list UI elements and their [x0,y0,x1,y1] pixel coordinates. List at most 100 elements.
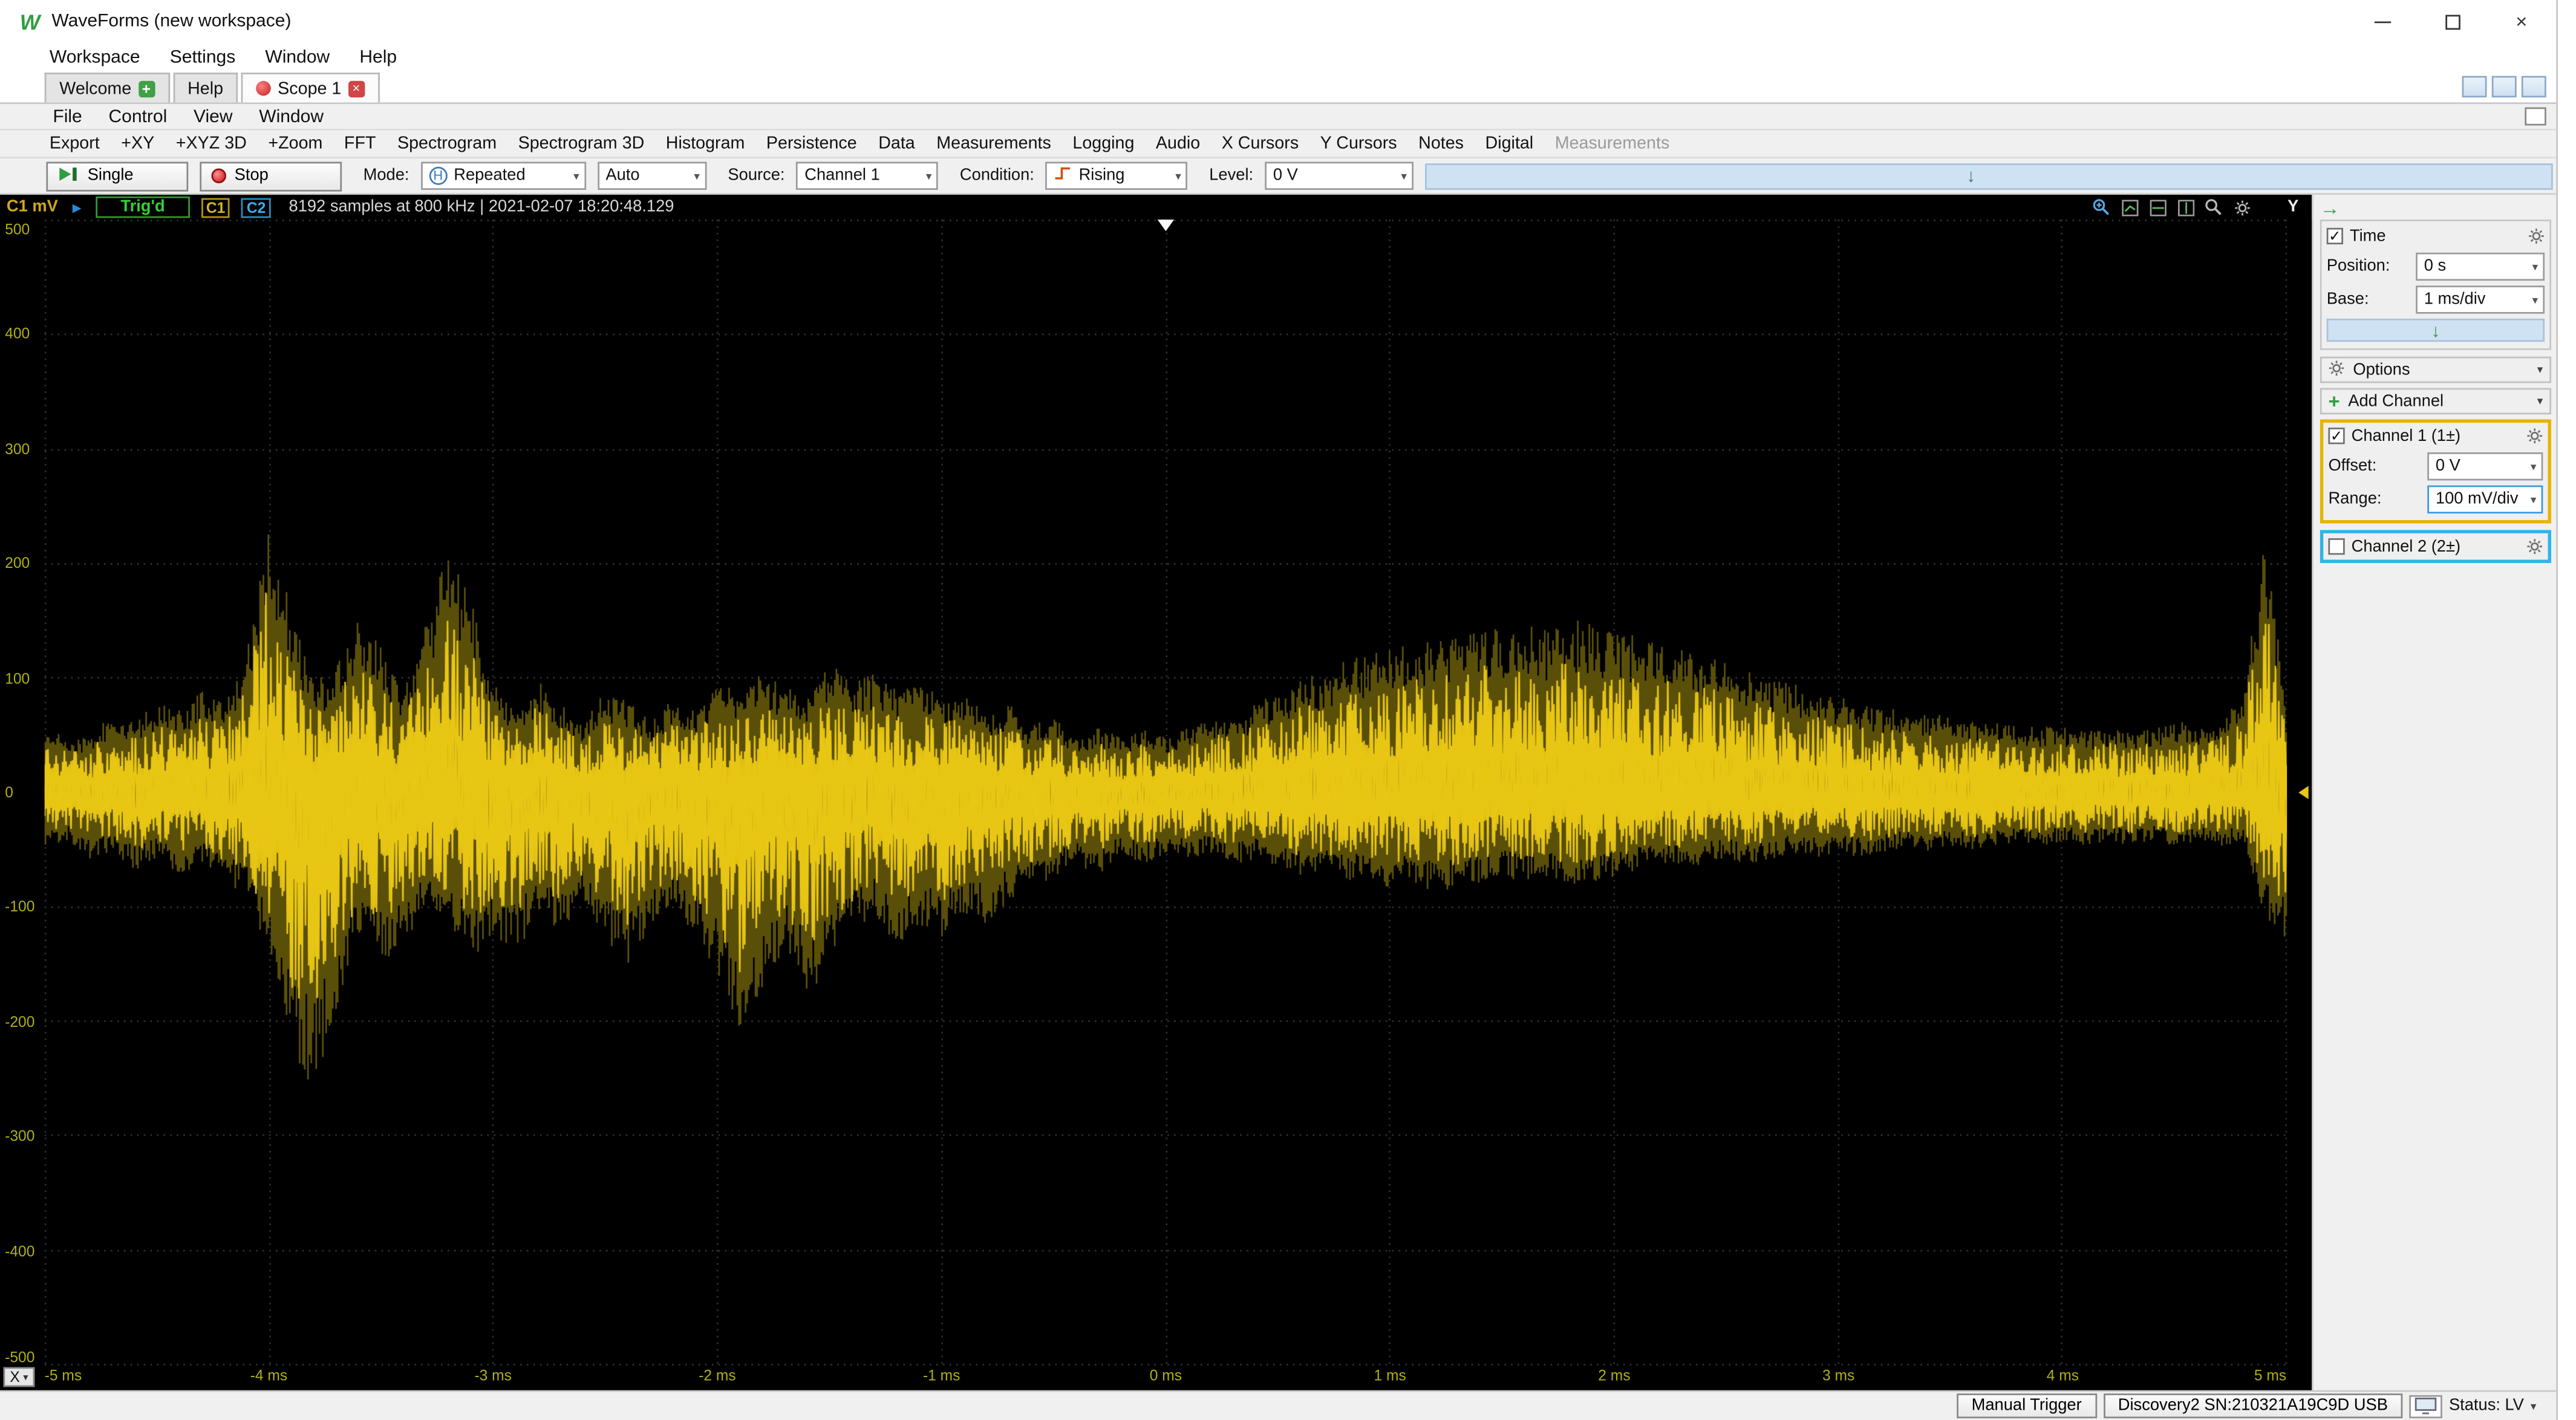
time-section: ✓ Time Position: 0 s ▾ Base: 1 ms/div ▾ [2320,220,2551,350]
scope-menu-file[interactable]: File [53,106,82,126]
plot-row: 5004003002001000-100-200-300-400-500 [0,220,2312,1366]
toolbar-item-data[interactable]: Data [878,134,915,154]
time-position-arrow-icon[interactable]: ↓ [2431,321,2440,344]
time-base-select[interactable]: 1 ms/div ▾ [2416,285,2545,313]
scope-menu-window[interactable]: Window [259,106,324,126]
channel2-badge[interactable]: C2 [242,197,271,217]
time-position-select[interactable]: 0 s ▾ [2416,253,2545,281]
panel-expand-icon[interactable]: → [2320,196,2340,219]
zoom-in-icon[interactable] [2091,197,2112,217]
x-tick-label: -1 ms [923,1367,960,1384]
buffer-position-arrow-icon[interactable]: ↓ [1966,164,1975,187]
toolbar-item-persistence[interactable]: Persistence [766,134,857,154]
tab-help[interactable]: Help [173,73,238,102]
manual-trigger-button[interactable]: Manual Trigger [1957,1393,2096,1418]
trigger-source-select[interactable]: Channel 1 ▾ [797,162,939,190]
y-scrollbar[interactable] [2291,220,2312,1366]
channel2-checkbox[interactable] [2328,538,2344,555]
buffer-position-bar[interactable]: ↓ [1425,163,2553,189]
toolbar-item-xy[interactable]: +XY [121,134,154,154]
fit-height-icon[interactable] [2175,197,2196,217]
channel1-offset-marker[interactable] [45,786,54,800]
x-tick-label: -4 ms [250,1367,287,1384]
scope-menu-control[interactable]: Control [108,106,167,126]
time-base-label: Base: [2327,290,2369,308]
chevron-down-icon: ▾ [2532,293,2539,307]
minimize-button[interactable] [2348,0,2418,43]
restore-layout-icon[interactable] [2462,76,2487,97]
toolbar-item-measurements-disabled: Measurements [1555,134,1670,154]
toolbar-item-spectrogram3d[interactable]: Spectrogram 3D [518,134,645,154]
x-tick-label: -5 ms [45,1367,82,1384]
rising-edge-icon [1054,165,1072,186]
toolbar-item-spectrogram[interactable]: Spectrogram [397,134,497,154]
single-button[interactable]: Single [46,161,188,191]
device-monitor-icon[interactable] [2409,1395,2442,1418]
trigger-level-select[interactable]: 0 V ▾ [1265,162,1414,190]
toolbar-item-audio[interactable]: Audio [1156,134,1200,154]
tab-welcome[interactable]: Welcome + [45,73,169,102]
cascade-windows-icon[interactable] [2522,76,2546,97]
scope-body: C1 mV ► Trig'd C1 C2 8192 samples at 800… [0,195,2556,1390]
time-settings-icon[interactable] [2528,228,2545,244]
channel1-offset-select[interactable]: 0 V ▾ [2427,452,2543,480]
trigger-position-marker[interactable] [1158,220,1174,231]
channel1-title: Channel 1 (1±) [2352,427,2460,445]
check-icon: ✓ [2330,428,2343,443]
channel1-settings-icon[interactable] [2526,428,2543,444]
fit-width-icon[interactable] [2147,197,2168,217]
x-tick-label: 0 ms [1150,1367,1182,1384]
channel1-level-marker-icon[interactable] [2298,786,2308,800]
time-checkbox[interactable]: ✓ [2327,228,2343,244]
channel1-range-select[interactable]: 100 mV/div ▾ [2427,486,2543,513]
menu-workspace[interactable]: Workspace [50,47,140,67]
channel2-section: Channel 2 (2±) [2320,530,2551,563]
trigger-condition-select[interactable]: Rising ▾ [1046,162,1188,190]
toolbar-item-zoom[interactable]: +Zoom [268,134,322,154]
chevron-down-icon: ▾ [573,169,579,183]
close-button[interactable]: × [2487,0,2557,43]
zoom-select-icon[interactable] [2203,197,2225,217]
detach-window-icon[interactable] [2525,107,2546,125]
tab-close-icon[interactable]: × [348,80,364,96]
y-axis-button[interactable]: Y [2287,198,2298,217]
device-button[interactable]: Discovery2 SN:210321A19C9D USB [2103,1393,2402,1418]
menu-window[interactable]: Window [265,47,330,67]
toolbar-item-fft[interactable]: FFT [344,134,376,154]
menu-settings[interactable]: Settings [170,47,236,67]
history-icon: H [429,167,447,185]
toolbar-item-y-cursors[interactable]: Y Cursors [1320,134,1397,154]
toolbar-item-notes[interactable]: Notes [1418,134,1464,154]
tab-scope1[interactable]: Scope 1 × [241,73,379,102]
menu-help[interactable]: Help [359,47,397,67]
scope-menu-view[interactable]: View [194,106,233,126]
add-channel-button[interactable]: + Add Channel ▾ [2320,388,2551,415]
options-button[interactable]: Options ▾ [2320,357,2551,383]
maximize-button[interactable] [2418,0,2487,43]
toolbar-item-measurements[interactable]: Measurements [936,134,1051,154]
toolbar-item-export[interactable]: Export [50,134,100,154]
channel1-badge[interactable]: C1 [201,197,230,217]
stop-button[interactable]: Stop [200,161,342,191]
toolbar-item-x-cursors[interactable]: X Cursors [1222,134,1299,154]
chevron-down-icon[interactable]: ▾ [2531,1399,2537,1413]
single-icon [58,164,79,187]
time-position-indicator[interactable]: ↓ [2327,319,2545,342]
scope-canvas[interactable] [45,220,2287,1366]
y-tick-label: 0 [5,784,13,801]
trigger-mode-select[interactable]: Auto ▾ [598,162,706,190]
plot-settings-icon[interactable] [2231,197,2252,217]
toolbar-item-digital[interactable]: Digital [1485,134,1534,154]
scope-grid [45,220,2287,1366]
mode-select[interactable]: H Repeated ▾ [421,162,586,190]
channel-unit-label: C1 mV [7,198,58,217]
channel1-checkbox[interactable]: ✓ [2328,428,2344,444]
channel2-settings-icon[interactable] [2526,538,2543,555]
toolbar-item-logging[interactable]: Logging [1072,134,1134,154]
fit-all-icon[interactable] [2119,197,2141,217]
tile-windows-icon[interactable] [2492,76,2517,97]
toolbar-item-histogram[interactable]: Histogram [666,134,745,154]
toolbar-item-xyz3d[interactable]: +XYZ 3D [176,134,247,154]
x-axis-button[interactable]: X ▾ [3,1367,34,1387]
condition-label: Condition: [960,167,1034,185]
